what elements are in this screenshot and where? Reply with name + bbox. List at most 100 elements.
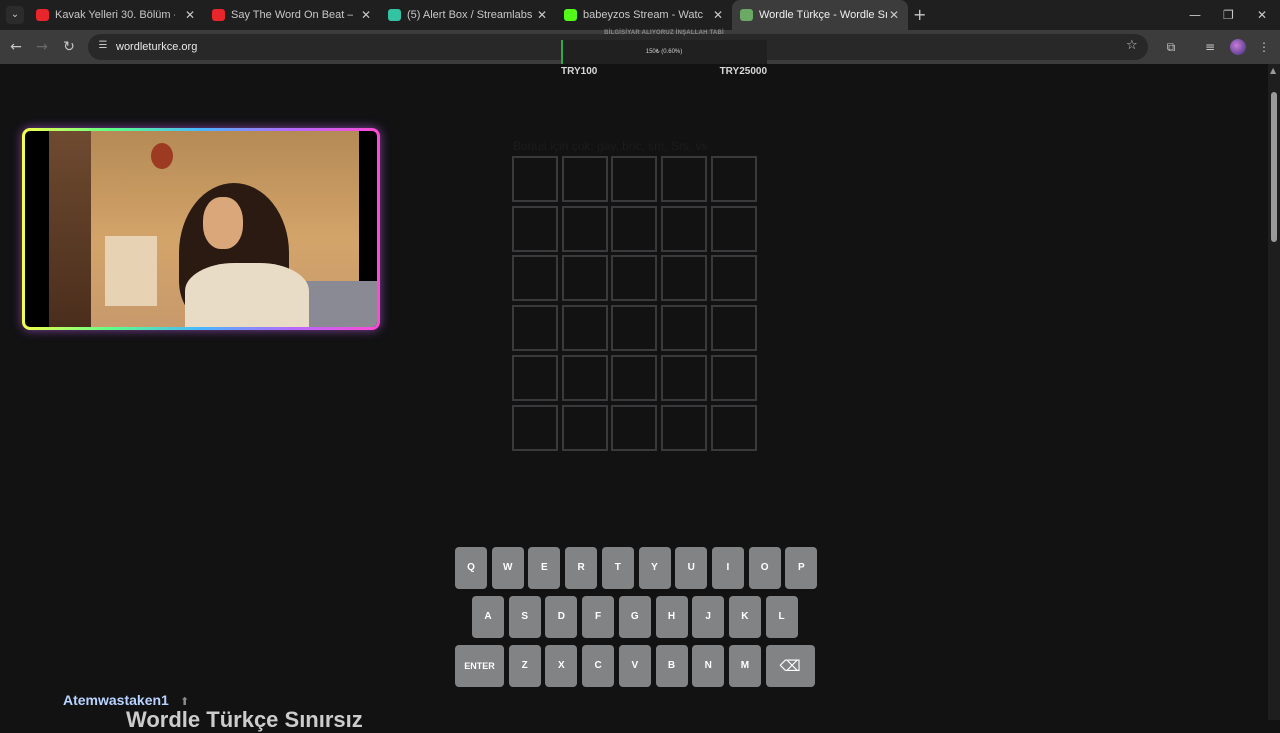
tab-search-chevron-icon[interactable]: ⌄ xyxy=(6,6,24,24)
key-v[interactable]: V xyxy=(618,645,651,687)
overlay-username: Atemwastaken1 xyxy=(63,692,169,708)
key-backspace[interactable]: ⌫ xyxy=(765,645,815,687)
key-z[interactable]: Z xyxy=(508,645,541,687)
webcam-streamer-body xyxy=(185,263,309,327)
wordle-tile xyxy=(611,405,657,451)
backspace-icon: ⌫ xyxy=(779,657,801,675)
tab-title: Wordle Türkçe - Wordle Sınırsız xyxy=(759,9,887,21)
profile-avatar[interactable] xyxy=(1230,39,1246,55)
forward-arrow-icon[interactable]: → xyxy=(34,39,50,55)
key-f[interactable]: F xyxy=(582,596,615,638)
wordle-tile xyxy=(512,206,558,252)
wordle-tile xyxy=(562,355,608,401)
youtube-icon xyxy=(36,9,49,21)
window-close-icon[interactable]: ✕ xyxy=(1257,0,1267,30)
wordle-tile xyxy=(611,355,657,401)
kick-icon xyxy=(564,9,577,21)
minimize-icon[interactable]: — xyxy=(1189,0,1201,30)
wordle-tile xyxy=(512,156,558,202)
reload-icon[interactable]: ↻ xyxy=(61,39,77,55)
wordle-tile xyxy=(661,156,707,202)
webcam-streamer-face xyxy=(203,197,243,249)
tab-babeyzos-stream[interactable]: babeyzos Stream - Watch Live c ✕ xyxy=(556,0,732,30)
key-j[interactable]: J xyxy=(692,596,725,638)
key-n[interactable]: N xyxy=(692,645,725,687)
wordle-tile xyxy=(711,156,757,202)
goal-max-label: TRY25000 xyxy=(719,66,767,77)
donation-goal-widget: BİLGİSİYAR ALIYORUZ İNŞALLAH TABİ 150₺ (… xyxy=(561,28,767,80)
key-b[interactable]: B xyxy=(655,645,688,687)
key-g[interactable]: G xyxy=(618,596,651,638)
wordle-tile xyxy=(562,206,608,252)
key-x[interactable]: X xyxy=(545,645,578,687)
more-menu-icon[interactable]: ⋮ xyxy=(1256,39,1272,55)
tab-title: Kavak Yelleri 30. Bölüm - FULL H xyxy=(55,9,175,21)
webcam-streamer xyxy=(179,183,309,327)
scrollbar-thumb[interactable] xyxy=(1271,92,1277,242)
wordle-tile xyxy=(661,355,707,401)
key-p[interactable]: P xyxy=(785,547,818,589)
tab-wordle-turkce[interactable]: Wordle Türkçe - Wordle Sınırsız ✕ xyxy=(732,0,908,30)
tab-alert-box[interactable]: (5) Alert Box / Streamlabs ✕ xyxy=(380,0,556,30)
key-k[interactable]: K xyxy=(728,596,761,638)
wordle-tile xyxy=(661,206,707,252)
key-i[interactable]: I xyxy=(711,547,744,589)
goal-progress-bar: 150₺ (0.60%) xyxy=(561,40,767,64)
restore-icon[interactable]: ❐ xyxy=(1223,0,1234,30)
key-r[interactable]: R xyxy=(565,547,598,589)
bookmark-star-icon[interactable]: ☆ xyxy=(1126,38,1138,53)
close-icon[interactable]: ✕ xyxy=(185,0,195,30)
tab-say-the-word[interactable]: Say The Word On Beat – TÜRKÇ ✕ xyxy=(204,0,380,30)
back-arrow-icon[interactable]: ← xyxy=(8,39,24,55)
wordle-tile xyxy=(611,255,657,301)
wordle-tile xyxy=(711,405,757,451)
key-c[interactable]: C xyxy=(582,645,615,687)
key-y[interactable]: Y xyxy=(638,547,671,589)
key-o[interactable]: O xyxy=(748,547,781,589)
close-icon[interactable]: ✕ xyxy=(361,0,371,30)
wordle-tile xyxy=(661,255,707,301)
wordle-tile xyxy=(661,405,707,451)
close-icon[interactable]: ✕ xyxy=(713,0,723,30)
key-m[interactable]: M xyxy=(728,645,761,687)
tab-title: (5) Alert Box / Streamlabs xyxy=(407,9,532,21)
key-a[interactable]: A xyxy=(472,596,504,638)
wordle-tile xyxy=(661,305,707,351)
key-e[interactable]: E xyxy=(528,547,561,589)
tab-kavak-yelleri[interactable]: Kavak Yelleri 30. Bölüm - FULL H ✕ xyxy=(28,0,204,30)
key-h[interactable]: H xyxy=(655,596,688,638)
webcam-sofa xyxy=(299,281,377,327)
new-tab-plus-icon[interactable]: + xyxy=(913,0,926,30)
goal-progress-text: 150₺ (0.60%) xyxy=(645,49,683,55)
wordle-tile xyxy=(512,355,558,401)
key-q[interactable]: Q xyxy=(455,547,487,589)
media-controls-icon[interactable]: ≡ xyxy=(1202,39,1218,55)
wordle-tile xyxy=(512,255,558,301)
wordle-tile xyxy=(611,206,657,252)
key-l[interactable]: L xyxy=(765,596,798,638)
close-icon[interactable]: ✕ xyxy=(889,0,899,30)
key-u[interactable]: U xyxy=(675,547,708,589)
webcam-frame xyxy=(22,128,380,330)
close-icon[interactable]: ✕ xyxy=(537,0,547,30)
streamlabs-icon xyxy=(388,9,401,21)
key-enter[interactable]: ENTER xyxy=(455,645,504,687)
webcam-video xyxy=(25,131,377,327)
wordle-tile xyxy=(512,405,558,451)
wordle-tile xyxy=(711,255,757,301)
scroll-up-arrow-icon[interactable]: ▲ xyxy=(1270,66,1276,75)
url-text[interactable]: wordleturkce.org xyxy=(116,34,197,60)
key-s[interactable]: S xyxy=(508,596,541,638)
wordle-tile xyxy=(562,255,608,301)
site-info-icon[interactable]: ☰ xyxy=(96,39,110,53)
wordle-tile xyxy=(711,206,757,252)
wordle-tile xyxy=(562,305,608,351)
extensions-puzzle-icon[interactable]: ⧉ xyxy=(1163,39,1179,55)
wordle-tile xyxy=(611,156,657,202)
webcam-room-background xyxy=(49,131,377,327)
wordle-hint-text: Bonus için çok: gay, bnc, sm, Srs, vs xyxy=(513,139,708,153)
key-d[interactable]: D xyxy=(545,596,578,638)
key-t[interactable]: T xyxy=(601,547,634,589)
youtube-icon xyxy=(212,9,225,21)
key-w[interactable]: W xyxy=(491,547,524,589)
